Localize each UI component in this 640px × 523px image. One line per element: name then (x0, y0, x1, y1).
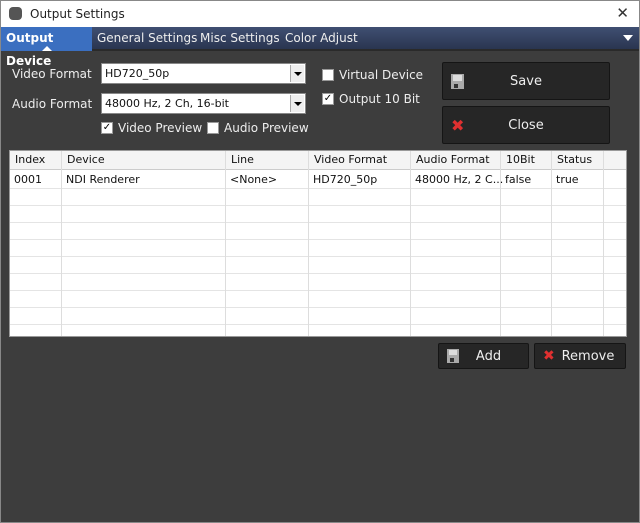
column-divider (410, 151, 411, 336)
column-header[interactable]: Index (15, 153, 45, 166)
add-label: Add (475, 349, 502, 364)
table-cell[interactable]: 48000 Hz, 2 C... (415, 173, 503, 186)
output-settings-window: Output Settings ✕ Output Device General … (0, 0, 640, 523)
virtual-device-checkbox[interactable]: Virtual Device (322, 68, 423, 82)
audio-preview-checkbox[interactable]: Audio Preview (207, 121, 309, 135)
tab-misc-settings[interactable]: Misc Settings (195, 27, 285, 51)
row-divider (10, 256, 626, 257)
chevron-down-icon[interactable] (290, 95, 304, 112)
column-header[interactable]: 10Bit (506, 153, 535, 166)
column-header[interactable]: Video Format (314, 153, 387, 166)
column-divider (603, 151, 604, 336)
row-divider (10, 290, 626, 291)
row-divider (10, 222, 626, 223)
column-header[interactable]: Status (557, 153, 592, 166)
column-divider (551, 151, 552, 336)
close-button[interactable]: ✖ Close (442, 106, 610, 144)
tab-bar: Output Device General Settings Misc Sett… (1, 27, 639, 68)
column-header[interactable]: Device (67, 153, 105, 166)
row-divider (10, 188, 626, 189)
table-cell[interactable]: true (556, 173, 579, 186)
output-10bit-label: Output 10 Bit (339, 92, 420, 106)
column-divider (308, 151, 309, 336)
row-divider (10, 273, 626, 274)
save-label: Save (510, 74, 542, 89)
chevron-down-icon[interactable] (290, 65, 304, 82)
video-format-value: HD720_50p (105, 67, 170, 80)
virtual-device-label: Virtual Device (339, 68, 424, 82)
row-divider (10, 324, 626, 325)
table-cell[interactable]: <None> (230, 173, 277, 186)
row-divider (10, 239, 626, 240)
close-window-button[interactable]: ✕ (616, 4, 629, 22)
checkbox-checked-icon[interactable]: ✓ (322, 93, 334, 105)
table-cell[interactable]: 0001 (14, 173, 42, 186)
row-divider (10, 205, 626, 206)
column-divider (61, 151, 62, 336)
table-cell[interactable]: HD720_50p (313, 173, 377, 186)
tab-color-adjust[interactable]: Color Adjust (280, 27, 363, 51)
remove-button[interactable]: ✖ Remove (534, 343, 626, 369)
output-10bit-checkbox[interactable]: ✓ Output 10 Bit (322, 92, 420, 106)
video-format-select[interactable]: HD720_50p (101, 63, 306, 84)
save-button[interactable]: Save (442, 62, 610, 100)
video-format-label: Video Format (12, 67, 92, 81)
video-preview-label: Video Preview (118, 121, 203, 135)
tab-output-device[interactable]: Output Device (1, 27, 92, 68)
audio-format-select[interactable]: 48000 Hz, 2 Ch, 16-bit (101, 93, 306, 114)
video-preview-checkbox[interactable]: ✓ Video Preview (101, 121, 202, 135)
column-header[interactable]: Line (231, 153, 254, 166)
checkbox-checked-icon[interactable]: ✓ (101, 122, 113, 134)
tab-menu-dropdown-icon[interactable] (623, 35, 633, 46)
checkbox-unchecked-icon[interactable] (207, 122, 219, 134)
title-bar: Output Settings ✕ (1, 1, 639, 27)
row-divider (10, 307, 626, 308)
output-device-table: Index Device Line Video Format Audio Format 1… (9, 150, 627, 337)
add-button[interactable]: Add (438, 343, 529, 369)
app-icon (9, 7, 22, 20)
audio-preview-label: Audio Preview (224, 121, 309, 135)
window-title: Output Settings (30, 7, 125, 21)
table-cell[interactable]: NDI Renderer (66, 173, 140, 186)
column-header[interactable]: Audio Format (416, 153, 490, 166)
audio-format-value: 48000 Hz, 2 Ch, 16-bit (105, 97, 229, 110)
table-cell[interactable]: false (505, 173, 531, 186)
audio-format-label: Audio Format (12, 97, 93, 111)
close-label: Close (508, 118, 544, 133)
checkbox-unchecked-icon[interactable] (322, 69, 334, 81)
column-divider (225, 151, 226, 336)
tab-general-settings[interactable]: General Settings (92, 27, 202, 51)
remove-label: Remove (561, 349, 615, 364)
